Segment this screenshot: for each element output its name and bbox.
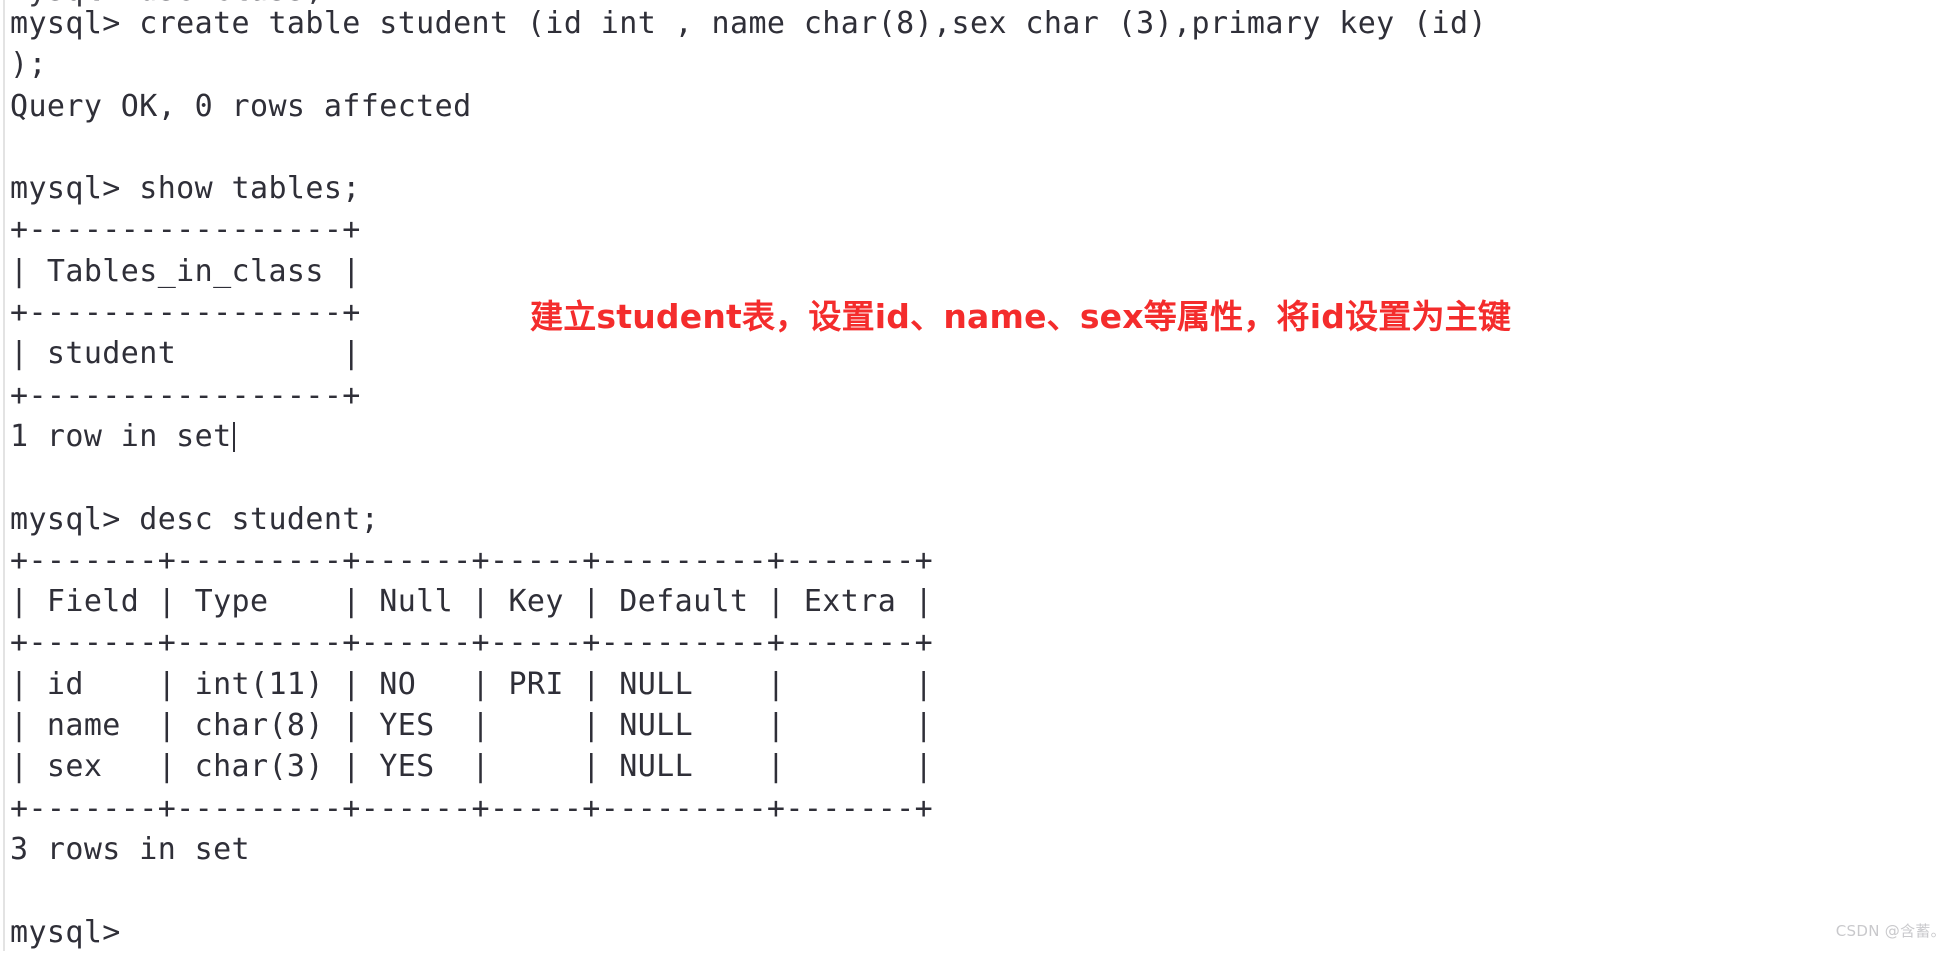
terminal-line-text: Query OK, 0 rows affected: [10, 88, 472, 124]
terminal-line-show-tables-rowcount: 1 row in set: [10, 416, 1910, 457]
terminal-line-desc-student-command: mysql> desc student;: [10, 499, 1910, 540]
terminal-output-area[interactable]: mysql> create table student (id int , na…: [10, 3, 1910, 953]
terminal-line-text: mysql> show tables;: [10, 171, 361, 207]
terminal-line-desc-row-name: | name | char(8) | YES | | NULL | |: [10, 705, 1910, 746]
terminal-line-text: mysql> desc student;: [10, 501, 380, 537]
terminal-line-text: [10, 130, 28, 165]
terminal-line-show-tables-header: | Tables_in_class |: [10, 251, 1910, 292]
terminal-line-blank-1: [10, 127, 1910, 168]
terminal-line-text: 1 row in set: [10, 418, 232, 454]
terminal-line-text: 3 rows in set: [10, 831, 250, 867]
terminal-line-text: +-------+---------+------+-----+--------…: [10, 625, 934, 661]
terminal-line-create-table-command: mysql> create table student (id int , na…: [10, 3, 1910, 44]
terminal-line-text: [10, 873, 28, 908]
terminal-line-text: );: [10, 47, 47, 83]
terminal-line-desc-sep-top: +-------+---------+------+-----+--------…: [10, 540, 1910, 581]
terminal-line-text: | student |: [10, 336, 361, 372]
terminal-line-text: +-----------------+: [10, 295, 361, 331]
terminal-line-text: +-------+---------+------+-----+--------…: [10, 790, 934, 826]
red-annotation-text: 建立student表，设置id、name、sex等属性，将id设置为主键: [530, 297, 1512, 336]
terminal-line-blank-3: [10, 870, 1910, 911]
terminal-line-text: | id | int(11) | NO | PRI | NULL | |: [10, 666, 934, 702]
left-gutter-rule: [3, 0, 5, 951]
terminal-line-desc-row-id: | id | int(11) | NO | PRI | NULL | |: [10, 664, 1910, 705]
csdn-watermark: CSDN @含蓄。: [1835, 922, 1946, 940]
terminal-line-text: [10, 460, 28, 495]
terminal-line-create-table-continuation: );: [10, 44, 1910, 85]
terminal-line-desc-rowcount: 3 rows in set: [10, 829, 1910, 870]
terminal-line-desc-sep-bottom: +-------+---------+------+-----+--------…: [10, 788, 1910, 829]
terminal-line-text: | name | char(8) | YES | | NULL | |: [10, 708, 934, 744]
terminal-line-text: +-----------------+: [10, 212, 361, 248]
terminal-line-final-prompt: mysql>: [10, 912, 1910, 953]
terminal-line-text: +-------+---------+------+-----+--------…: [10, 542, 934, 578]
terminal-line-show-tables-sep-bottom: +-----------------+: [10, 375, 1910, 416]
terminal-line-show-tables-command: mysql> show tables;: [10, 168, 1910, 209]
terminal-line-create-table-result: Query OK, 0 rows affected: [10, 86, 1910, 127]
terminal-line-text: +-----------------+: [10, 377, 361, 413]
terminal-line-desc-sep-mid: +-------+---------+------+-----+--------…: [10, 622, 1910, 663]
terminal-line-desc-row-sex: | sex | char(3) | YES | | NULL | |: [10, 746, 1910, 787]
terminal-line-text: mysql>: [10, 914, 121, 950]
terminal-line-text: mysql> create table student (id int , na…: [10, 6, 1487, 41]
terminal-line-blank-2: [10, 457, 1910, 498]
terminal-line-text: | sex | char(3) | YES | | NULL | |: [10, 749, 934, 785]
terminal-line-text: | Field | Type | Null | Key | Default | …: [10, 584, 934, 620]
terminal-line-show-tables-row-1: | student |: [10, 333, 1910, 374]
terminal-line-text: | Tables_in_class |: [10, 253, 361, 289]
terminal-line-show-tables-sep-top: +-----------------+: [10, 209, 1910, 250]
terminal-line-desc-header: | Field | Type | Null | Key | Default | …: [10, 581, 1910, 622]
text-cursor: [232, 421, 235, 452]
